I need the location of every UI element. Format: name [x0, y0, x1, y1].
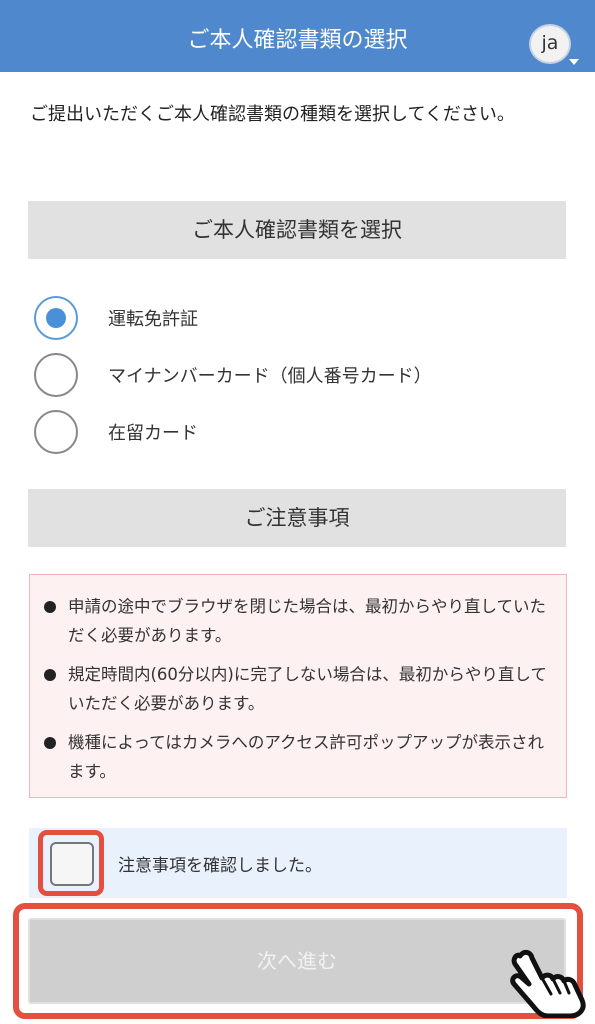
intro-text: ご提出いただくご本人確認書類の種類を選択してください。	[30, 104, 515, 125]
bullet-icon	[44, 669, 56, 681]
bullet-icon	[44, 737, 56, 749]
hand-pointer-icon	[510, 949, 586, 1018]
radio-button[interactable]	[34, 296, 78, 340]
notice-item: 規定時間内(60分以内)に完了しない場合は、最初からやり直していただく必要があり…	[44, 660, 554, 718]
radio-label: マイナンバーカード（個人番号カード）	[108, 366, 432, 387]
radio-label: 運転免許証	[108, 309, 198, 330]
next-button[interactable]: 次へ進む	[28, 918, 566, 1004]
bullet-icon	[44, 601, 56, 613]
notes-heading: ご注意事項	[28, 489, 566, 547]
notice-box: 申請の途中でブラウザを閉じた場合は、最初からやり直していただく必要があります。 …	[29, 574, 567, 798]
radio-option-my-number-card[interactable]: マイナンバーカード（個人番号カード）	[34, 353, 554, 397]
notice-item: 機種によってはカメラへのアクセス許可ポップアップが表示されます。	[44, 728, 554, 786]
radio-option-drivers-license[interactable]: 運転免許証	[34, 296, 554, 340]
page-title: ご本人確認書類の選択	[187, 28, 408, 53]
language-selector[interactable]: ja	[529, 24, 571, 64]
app-header: ご本人確認書類の選択 ja	[0, 0, 595, 72]
chevron-down-icon	[569, 59, 579, 65]
notice-item: 申請の途中でブラウザを閉じた場合は、最初からやり直していただく必要があります。	[44, 592, 554, 650]
radio-option-residence-card[interactable]: 在留カード	[34, 410, 554, 454]
radio-button[interactable]	[34, 353, 78, 397]
confirm-label[interactable]: 注意事項を確認しました。	[118, 851, 322, 876]
doc-select-heading: ご本人確認書類を選択	[28, 201, 566, 259]
confirm-checkbox[interactable]	[50, 842, 94, 886]
radio-label: 在留カード	[108, 423, 198, 444]
radio-button[interactable]	[34, 410, 78, 454]
